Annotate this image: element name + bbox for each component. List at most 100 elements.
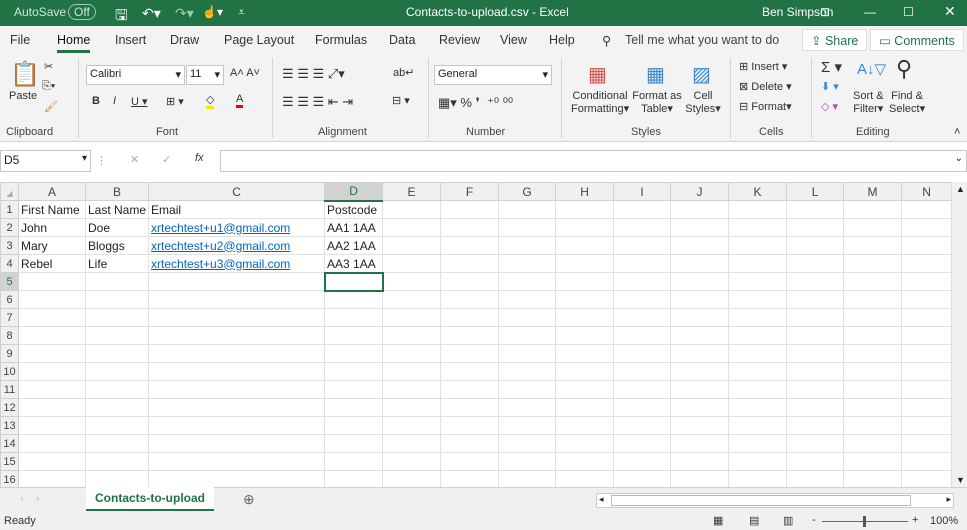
increase-font-icon[interactable]: A˄ A˅ — [230, 67, 260, 79]
row-header[interactable]: 12 — [0, 398, 19, 417]
cell-K11[interactable] — [728, 380, 788, 399]
collapse-ribbon-icon[interactable]: ˄ — [954, 126, 960, 138]
cell-H16[interactable] — [555, 470, 615, 489]
paste-icon[interactable]: 📋 — [10, 60, 40, 89]
cell-L6[interactable] — [786, 290, 845, 309]
cell-F16[interactable] — [440, 470, 500, 489]
cell-C2[interactable]: xrtechtest+u1@gmail.com — [148, 218, 326, 237]
cell-C13[interactable] — [148, 416, 326, 435]
cell-B15[interactable] — [84, 452, 150, 471]
cell-A16[interactable] — [18, 470, 86, 489]
email-link[interactable]: xrtechtest+u1@gmail.com — [151, 221, 290, 235]
autosum-icon[interactable]: Σ ▾ — [821, 58, 842, 76]
cell-A5[interactable] — [18, 272, 86, 291]
cell-E9[interactable] — [382, 344, 442, 363]
number-format-select[interactable]: General ▾ — [434, 65, 552, 85]
cell-J5[interactable] — [670, 272, 730, 291]
cell-A1[interactable]: First Name — [18, 200, 86, 219]
cell-J2[interactable] — [670, 218, 730, 237]
cell-J16[interactable] — [670, 470, 730, 489]
cell-F13[interactable] — [440, 416, 500, 435]
cell-E7[interactable] — [382, 308, 442, 327]
cell-L14[interactable] — [786, 434, 845, 453]
zoom-level[interactable]: 100% — [930, 515, 958, 527]
cell-G14[interactable] — [498, 434, 557, 453]
column-header[interactable]: E — [382, 182, 442, 201]
cell-E16[interactable] — [382, 470, 442, 489]
column-header[interactable]: J — [670, 182, 730, 201]
cell-M6[interactable] — [843, 290, 903, 309]
cell-D14[interactable] — [324, 434, 384, 453]
merge-center-icon[interactable]: ⊟ ▾ — [392, 94, 410, 107]
cell-I2[interactable] — [613, 218, 672, 237]
cell-I15[interactable] — [613, 452, 672, 471]
copy-icon[interactable]: ⎘▾ — [42, 80, 55, 93]
cell-F11[interactable] — [440, 380, 500, 399]
cell-M1[interactable] — [843, 200, 903, 219]
cell-A9[interactable] — [18, 344, 86, 363]
cell-G10[interactable] — [498, 362, 557, 381]
cell-K16[interactable] — [728, 470, 788, 489]
cell-D5[interactable] — [323, 271, 384, 292]
cell-C6[interactable] — [148, 290, 326, 309]
cell-E5[interactable] — [382, 272, 442, 291]
cell-G12[interactable] — [498, 398, 557, 417]
cell-D10[interactable] — [324, 362, 384, 381]
cell-E13[interactable] — [382, 416, 442, 435]
cell-N15[interactable] — [901, 452, 953, 471]
font-color-icon[interactable]: A — [236, 93, 244, 108]
cell-C7[interactable] — [148, 308, 326, 327]
cell-K13[interactable] — [728, 416, 788, 435]
cell-L4[interactable] — [786, 254, 845, 273]
zoom-out-button[interactable]: - — [812, 514, 816, 526]
cell-G4[interactable] — [498, 254, 557, 273]
cell-K5[interactable] — [728, 272, 788, 291]
cell-L3[interactable] — [786, 236, 845, 255]
cell-I12[interactable] — [613, 398, 672, 417]
cell-J8[interactable] — [670, 326, 730, 345]
cell-C10[interactable] — [148, 362, 326, 381]
tab-formulas[interactable]: Formulas — [315, 33, 367, 47]
cell-J11[interactable] — [670, 380, 730, 399]
cell-I9[interactable] — [613, 344, 672, 363]
tab-draw[interactable]: Draw — [170, 33, 199, 47]
cell-H4[interactable] — [555, 254, 615, 273]
cell-C12[interactable] — [148, 398, 326, 417]
cell-A15[interactable] — [18, 452, 86, 471]
cell-K3[interactable] — [728, 236, 788, 255]
cell-D11[interactable] — [324, 380, 384, 399]
cell-J10[interactable] — [670, 362, 730, 381]
cell-F6[interactable] — [440, 290, 500, 309]
tab-file[interactable]: File — [10, 33, 30, 47]
cell-M14[interactable] — [843, 434, 903, 453]
cell-J3[interactable] — [670, 236, 730, 255]
format-painter-icon[interactable]: 🖌 — [44, 100, 58, 113]
email-link[interactable]: xrtechtest+u3@gmail.com — [151, 257, 290, 271]
minimize-icon[interactable]: — — [864, 5, 876, 19]
cell-M7[interactable] — [843, 308, 903, 327]
zoom-in-button[interactable]: + — [912, 514, 918, 526]
cell-E6[interactable] — [382, 290, 442, 309]
insert-cells-button[interactable]: ⊞ Insert ▾ — [739, 60, 787, 73]
cell-N14[interactable] — [901, 434, 953, 453]
cell-J15[interactable] — [670, 452, 730, 471]
font-name-select[interactable]: Calibri ▾ — [86, 65, 185, 85]
sort-filter-icon[interactable]: A↓▽ — [857, 60, 886, 78]
cell-E1[interactable] — [382, 200, 442, 219]
cell-F1[interactable] — [440, 200, 500, 219]
share-button[interactable]: ⇪ Share — [802, 29, 868, 51]
cell-I13[interactable] — [613, 416, 672, 435]
cell-E4[interactable] — [382, 254, 442, 273]
cell-K10[interactable] — [728, 362, 788, 381]
cell-B3[interactable]: Bloggs — [84, 236, 150, 255]
redo-icon[interactable]: ↷▾ — [175, 5, 194, 22]
cell-A6[interactable] — [18, 290, 86, 309]
cell-L2[interactable] — [786, 218, 845, 237]
cell-H13[interactable] — [555, 416, 615, 435]
cell-K12[interactable] — [728, 398, 788, 417]
cell-N11[interactable] — [901, 380, 953, 399]
cell-E15[interactable] — [382, 452, 442, 471]
name-box[interactable]: D5 ▾ — [0, 150, 91, 172]
normal-view-icon[interactable]: ▦ — [713, 514, 723, 527]
paste-button[interactable]: Paste — [9, 90, 37, 102]
